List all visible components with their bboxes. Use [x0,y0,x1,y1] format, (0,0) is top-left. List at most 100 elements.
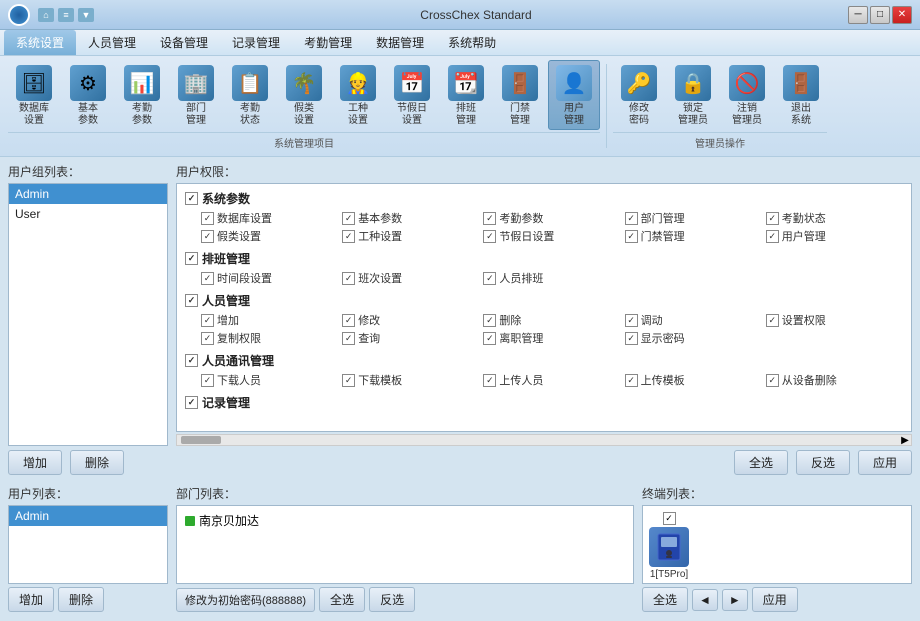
toolbar-holiday[interactable]: 📅 节假日设置 [386,60,438,130]
menu-help[interactable]: 系统帮助 [436,30,508,55]
cb[interactable] [201,212,214,225]
cb[interactable] [483,212,496,225]
perm-section-system: 系统参数 数据库设置 基本参数 考勤参数 部门管理 考勤状态 假类设置 工种设置… [185,190,903,244]
cb[interactable] [625,314,638,327]
cb[interactable] [625,212,638,225]
bottom-panel: 用户列表： Admin 增加 删除 部门列表： 南京贝加达 修改为初始密码(88… [8,485,912,615]
delete-user-button[interactable]: 删除 [58,587,104,612]
cb[interactable] [342,230,355,243]
terminal-item[interactable]: 1[T5Pro] [647,510,691,582]
perm-section-comm-cb[interactable] [185,354,198,367]
user-icon: 👤 [556,65,592,101]
main-content: 用户组列表： Admin User 增加 删除 用户权限： 系统参数 [0,157,920,621]
changepwd-label: 修改密码 [629,103,649,127]
terminal-select-all-button[interactable]: 全选 [642,587,688,612]
cb[interactable] [342,212,355,225]
cb[interactable] [201,374,214,387]
perm-title-system: 系统参数 [185,190,903,207]
perm-item: 显示密码 [625,330,762,346]
menu-records[interactable]: 记录管理 [220,30,292,55]
terminal-prev-button[interactable]: ◄ [692,589,718,611]
dept-invert-button[interactable]: 反选 [369,587,415,612]
list-item-admin[interactable]: Admin [9,184,167,204]
list-item-user[interactable]: User [9,204,167,224]
user-group-listbox[interactable]: Admin User [8,183,168,446]
scrollbar-right[interactable]: ▶ [899,435,911,446]
add-group-button[interactable]: 增加 [8,450,62,475]
perm-item: 从设备删除 [766,372,903,388]
cb[interactable] [766,230,779,243]
close-button[interactable]: ✕ [892,6,912,24]
cb[interactable] [766,212,779,225]
delete-group-button[interactable]: 删除 [70,450,124,475]
toolbar-db-settings[interactable]: 🗄 数据库设置 [8,60,60,130]
toolbar: 🗄 数据库设置 ⚙ 基本参数 📊 考勤参数 🏢 部门管理 📋 考勤状态 🌴 [0,56,920,157]
permissions-btn-row: 全选 反选 应用 [176,446,912,479]
cb[interactable] [483,230,496,243]
dept-list-label: 部门列表： [176,485,634,502]
dept-select-all-button[interactable]: 全选 [319,587,365,612]
cb[interactable] [483,332,496,345]
minimize-button[interactable]: ─ [848,6,868,24]
cb[interactable] [201,332,214,345]
perm-section-shift: 排班管理 时间段设置 班次设置 人员排班 [185,250,903,286]
toolbar-worktype[interactable]: 👷 工种设置 [332,60,384,130]
dept-color-icon [185,516,195,526]
cb[interactable] [483,314,496,327]
cb[interactable] [342,272,355,285]
permissions-scrollbar[interactable]: ▶ [176,434,912,446]
perm-section-records-cb[interactable] [185,396,198,409]
cb[interactable] [342,332,355,345]
menu-device[interactable]: 设备管理 [148,30,220,55]
toolbar-dept[interactable]: 🏢 部门管理 [170,60,222,130]
cb[interactable] [342,314,355,327]
toolbar-divider [606,64,607,148]
cb[interactable] [625,374,638,387]
perm-section-personnel-cb[interactable] [185,294,198,307]
menu-personnel[interactable]: 人员管理 [76,30,148,55]
dept-listbox[interactable]: 南京贝加达 [176,505,634,584]
add-user-button[interactable]: 增加 [8,587,54,612]
toolbar-status[interactable]: 📋 考勤状态 [224,60,276,130]
toolbar-shift[interactable]: 📆 排班管理 [440,60,492,130]
title-bar-icons: ⌂ ≡ ▼ [38,8,94,22]
perm-item: 基本参数 [342,210,479,226]
invert-button[interactable]: 反选 [796,450,850,475]
toolbar-user-mgmt[interactable]: 👤 用户管理 [548,60,600,130]
perm-section-system-cb[interactable] [185,192,198,205]
menu-data[interactable]: 数据管理 [364,30,436,55]
toolbar-leave[interactable]: 🌴 假类设置 [278,60,330,130]
cb[interactable] [201,230,214,243]
terminal-apply-button[interactable]: 应用 [752,587,798,612]
cb[interactable] [483,374,496,387]
toolbar-change-pwd[interactable]: 🔑 修改密码 [613,60,665,130]
list-item-admin-bottom[interactable]: Admin [9,506,167,526]
select-all-button[interactable]: 全选 [734,450,788,475]
apply-button[interactable]: 应用 [858,450,912,475]
toolbar-door[interactable]: 🚪 门禁管理 [494,60,546,130]
toolbar-basic-params[interactable]: ⚙ 基本参数 [62,60,114,130]
toolbar-logout-admin[interactable]: 🚫 注销管理员 [721,60,773,130]
dept-item[interactable]: 南京贝加达 [181,510,629,531]
cb[interactable] [625,230,638,243]
scrollbar-thumb [181,436,221,444]
maximize-button[interactable]: □ [870,6,890,24]
cb[interactable] [201,314,214,327]
cb[interactable] [625,332,638,345]
reset-password-button[interactable]: 修改为初始密码(888888) [176,588,315,612]
cb[interactable] [483,272,496,285]
terminal-next-button[interactable]: ► [722,589,748,611]
cb[interactable] [766,374,779,387]
cb[interactable] [201,272,214,285]
toolbar-lock-admin[interactable]: 🔒 锁定管理员 [667,60,719,130]
cb[interactable] [342,374,355,387]
menu-attendance[interactable]: 考勤管理 [292,30,364,55]
cb[interactable] [766,314,779,327]
toolbar-exit[interactable]: 🚪 退出系统 [775,60,827,130]
user-listbox[interactable]: Admin [8,505,168,584]
perm-item: 下载人员 [201,372,338,388]
toolbar-attendance-params[interactable]: 📊 考勤参数 [116,60,168,130]
perm-section-shift-cb[interactable] [185,252,198,265]
terminal-cb[interactable] [663,512,676,525]
menu-system-settings[interactable]: 系统设置 [4,30,76,55]
